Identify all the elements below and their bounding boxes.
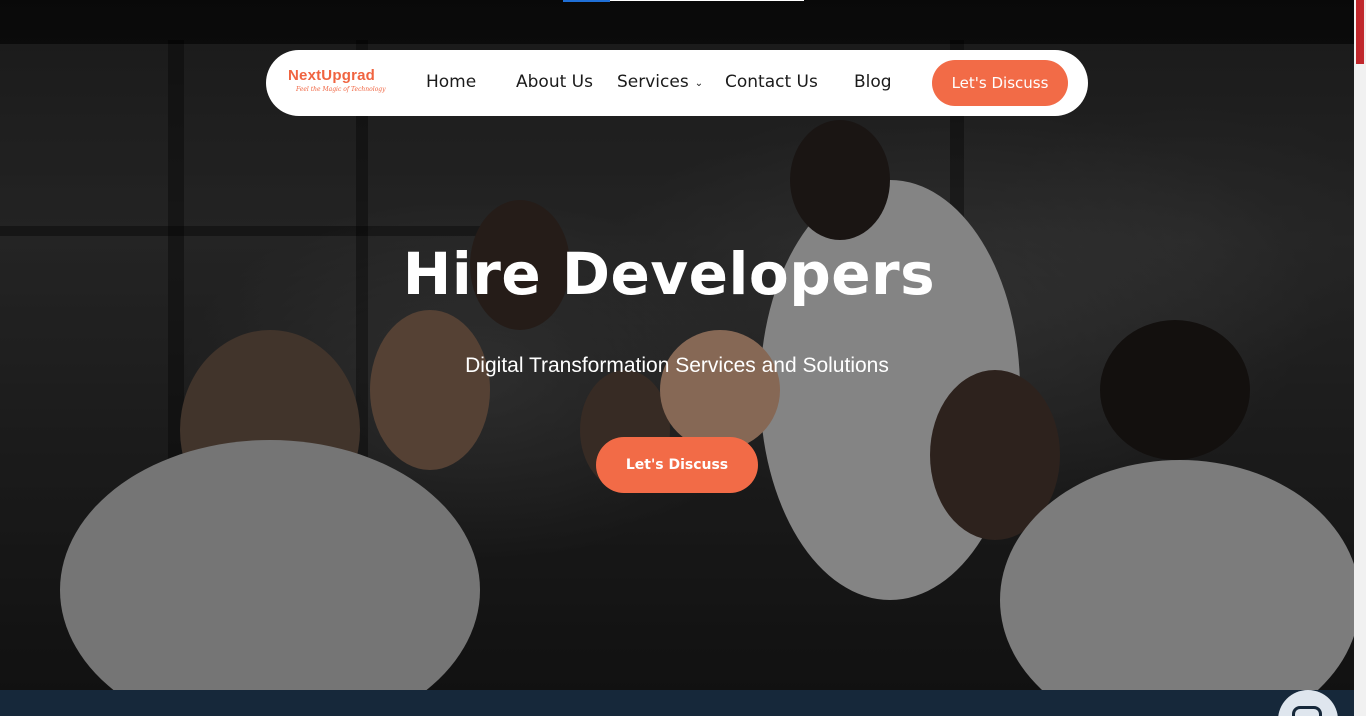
nav-item-blog[interactable]: Blog [854,72,892,92]
logo-text: NextUpgrad [288,67,376,84]
hero-title: Hire Developers [402,240,936,308]
hero-subtitle: Digital Transformation Services and Solu… [465,354,889,377]
nav-cta-button[interactable]: Let's Discuss [932,60,1068,106]
brand-logo[interactable]: NextUpgrad Feel the Magic of Technology [288,68,388,102]
top-progress-line [563,0,804,2]
scrollbar-thumb[interactable] [1356,0,1364,64]
page-scrollbar[interactable] [1354,0,1366,716]
chevron-down-icon: ⌄ [694,78,704,89]
logo-tagline: Feel the Magic of Technology [296,86,386,93]
nav-item-about-us[interactable]: About Us [516,72,593,92]
next-section-strip [0,690,1354,716]
nav-item-services-label: Services [617,72,689,92]
main-navbar: NextUpgrad Feel the Magic of Technology … [266,50,1088,116]
nav-item-services[interactable]: Services ⌄ [617,72,703,92]
nav-item-contact-us[interactable]: Contact Us [725,72,818,92]
nav-item-home[interactable]: Home [426,72,476,92]
top-progress-indicator [563,0,610,2]
chat-icon [1292,706,1322,716]
hero-cta-button[interactable]: Let's Discuss [596,437,758,493]
